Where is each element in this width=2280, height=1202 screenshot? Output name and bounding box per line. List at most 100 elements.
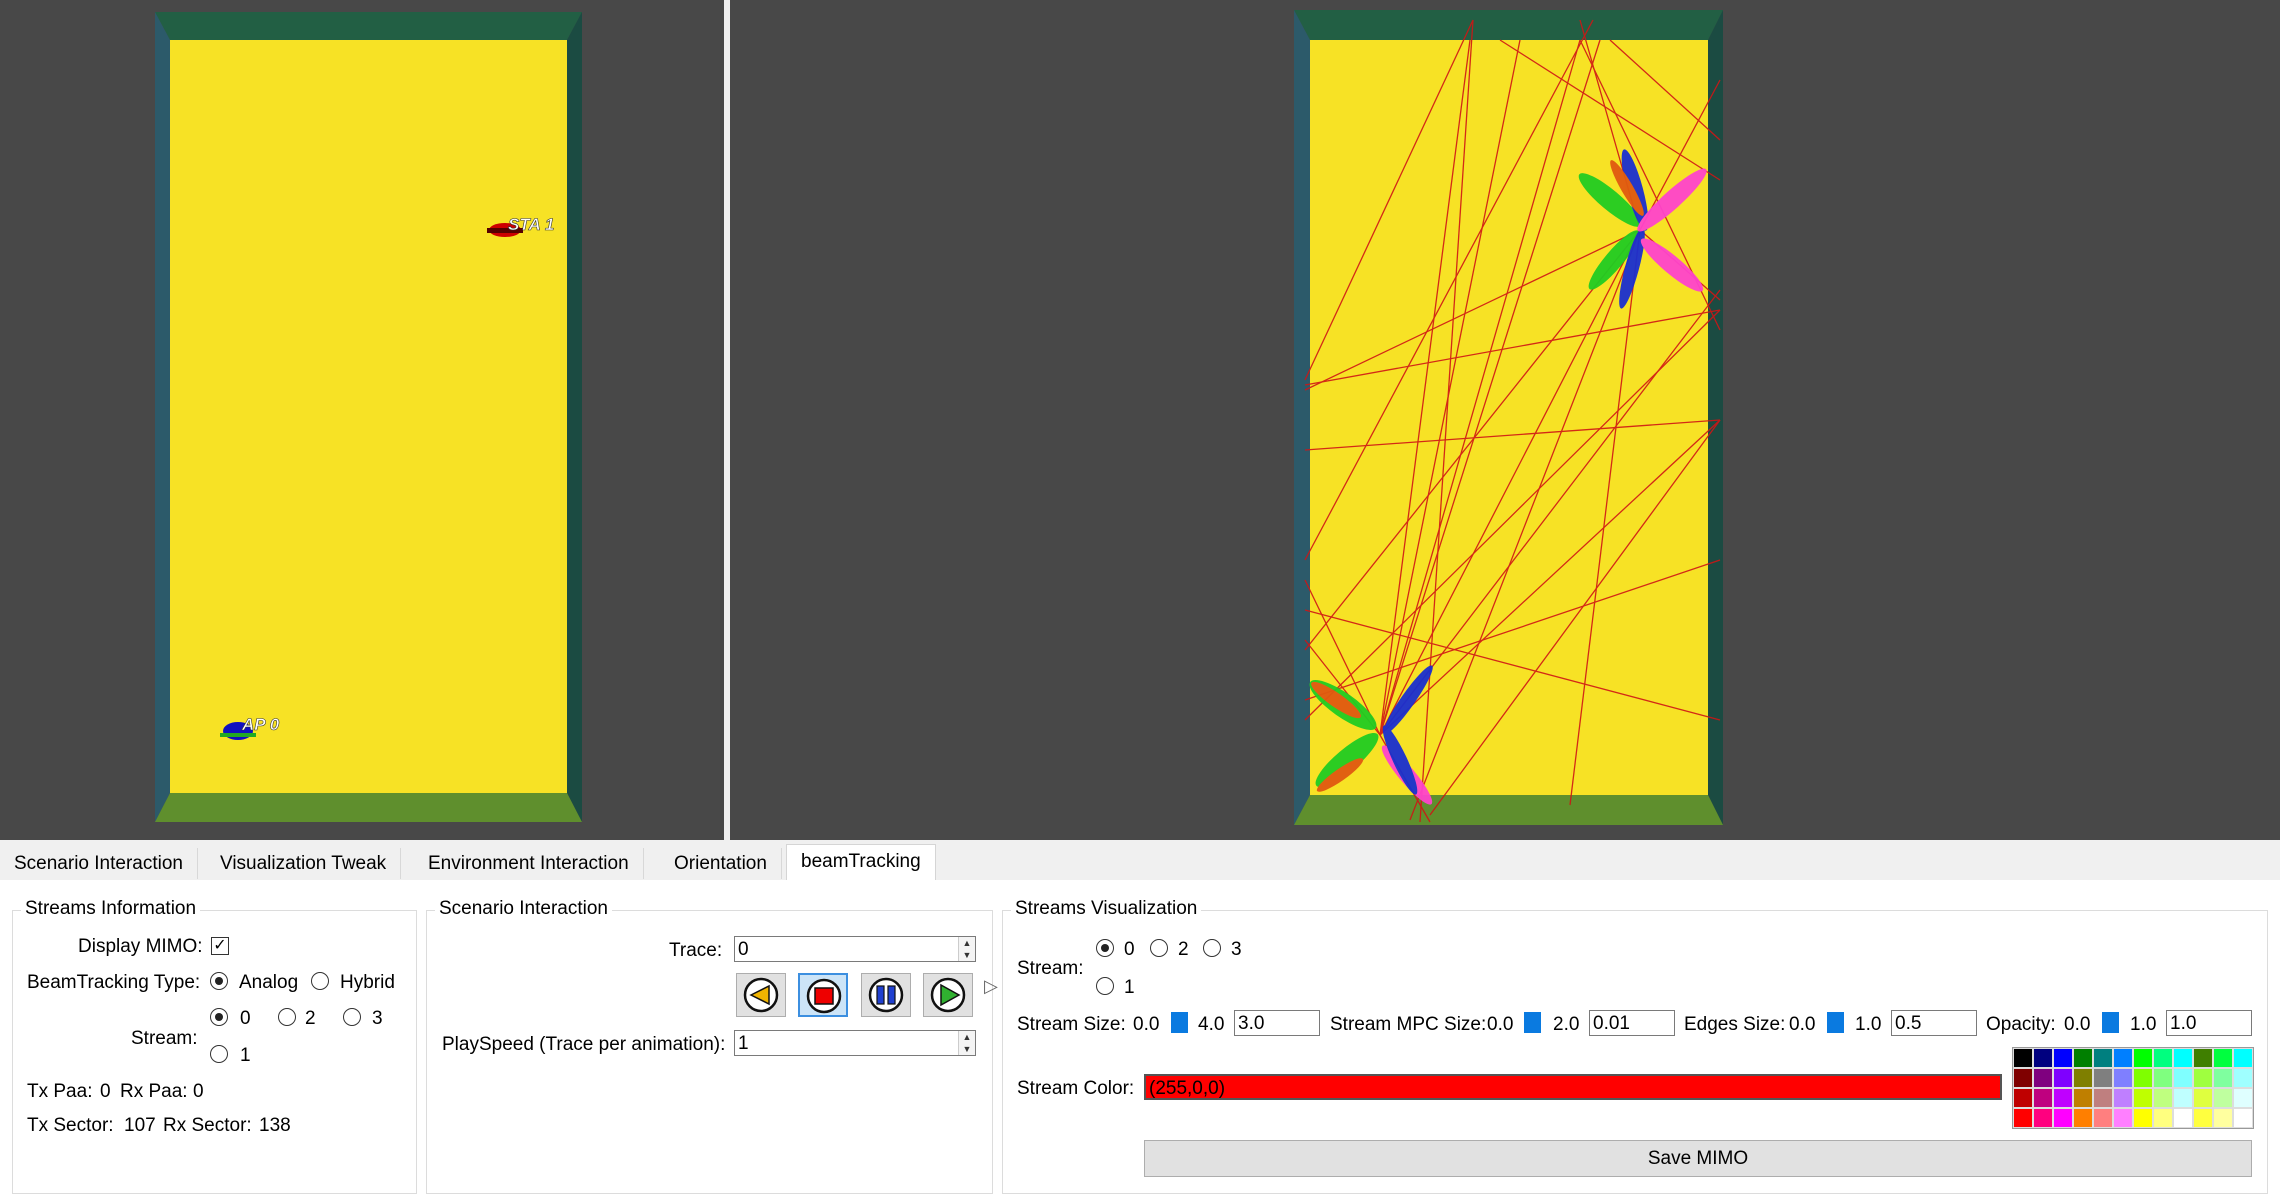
viz-stream-label: Stream: (1017, 958, 1084, 979)
stream-color-field[interactable]: (255,0,0) (1144, 1074, 2002, 1100)
viz-stream-3-radio[interactable] (1203, 939, 1221, 957)
opacity-slider[interactable] (2102, 1012, 2119, 1033)
type-analog-radio[interactable] (210, 972, 228, 990)
stream-size-value: 3.0 (1238, 1013, 1265, 1034)
info-stream-3-label: 3 (372, 1008, 383, 1029)
playspeed-value: 1 (738, 1033, 749, 1054)
tab-beamtracking[interactable]: beamTracking (786, 844, 936, 881)
tab-visualization-tweak[interactable]: Visualization Tweak (206, 848, 402, 879)
stop-icon (806, 978, 842, 1014)
tx-paa-label: Tx Paa: (27, 1081, 93, 1102)
right-room-svg (1294, 10, 1723, 825)
wall-top (1294, 10, 1723, 40)
playspeed-label: PlaySpeed (Trace per animation): (442, 1034, 726, 1055)
wall-left (155, 12, 170, 822)
tx-paa-value: 0 (100, 1081, 111, 1102)
info-stream-2-label: 2 (305, 1008, 316, 1029)
left-room-svg: STA 1 AP 0 (155, 12, 582, 822)
scenario-interaction-title: Scenario Interaction (435, 898, 612, 920)
display-mimo-checkbox[interactable]: ✓ (211, 937, 229, 955)
stream-size-label: Stream Size: (1017, 1014, 1126, 1035)
streams-information-title: Streams Information (21, 898, 201, 920)
ap-label: AP 0 (241, 715, 280, 734)
stream-size-max: 4.0 (1198, 1014, 1225, 1035)
info-stream-1-label: 1 (240, 1045, 251, 1066)
stream-color-label: Stream Color: (1017, 1078, 1135, 1099)
tab-orientation[interactable]: Orientation (660, 848, 782, 879)
info-stream-0-label: 0 (240, 1008, 251, 1029)
viz-stream-0-radio[interactable] (1096, 939, 1114, 957)
type-hybrid-radio[interactable] (311, 972, 329, 990)
opacity-min: 0.0 (2064, 1014, 2091, 1035)
opacity-value: 1.0 (2170, 1013, 2197, 1034)
viz-stream-0-label: 0 (1124, 939, 1135, 960)
mpc-size-slider[interactable] (1524, 1012, 1541, 1033)
backward-icon (743, 977, 779, 1013)
edges-size-input[interactable]: 0.5 (1891, 1010, 1977, 1036)
left-3d-view[interactable]: STA 1 AP 0 (0, 0, 724, 840)
save-mimo-label: Save MIMO (1647, 1148, 1749, 1169)
info-stream-0-radio[interactable] (210, 1008, 228, 1026)
rx-paa-label: Rx Paa: (120, 1081, 188, 1102)
viz-stream-2-radio[interactable] (1150, 939, 1168, 957)
info-stream-1-radio[interactable] (210, 1045, 228, 1063)
stream-size-slider[interactable] (1171, 1012, 1188, 1033)
right-3d-view[interactable] (730, 0, 2280, 840)
edges-size-max: 1.0 (1855, 1014, 1882, 1035)
opacity-label: Opacity: (1986, 1014, 2056, 1035)
play-button[interactable] (923, 973, 973, 1017)
mpc-size-max: 2.0 (1553, 1014, 1580, 1035)
stream-color-value: (255,0,0) (1149, 1078, 1226, 1099)
mpc-size-input[interactable]: 0.01 (1589, 1010, 1675, 1036)
type-hybrid-label: Hybrid (340, 972, 395, 993)
edges-size-slider[interactable] (1827, 1012, 1844, 1033)
opacity-max: 1.0 (2130, 1014, 2157, 1035)
wall-top (155, 12, 582, 40)
save-mimo-button[interactable]: Save MIMO (1144, 1140, 2252, 1177)
stream-label: Stream: (131, 1028, 198, 1049)
edges-size-label: Edges Size: (1684, 1014, 1786, 1035)
sta-label: STA 1 (508, 215, 554, 234)
trace-spin-arrows[interactable]: ▲ ▼ (958, 937, 975, 961)
tab-scenario-interaction[interactable]: Scenario Interaction (0, 848, 198, 879)
streams-visualization-title: Streams Visualization (1011, 898, 1202, 920)
stream-size-min: 0.0 (1133, 1014, 1160, 1035)
wall-left (1294, 10, 1310, 825)
viz-stream-1-radio[interactable] (1096, 977, 1114, 995)
display-mimo-label: Display MIMO: (78, 936, 203, 957)
tx-sector-value: 107 (124, 1115, 156, 1136)
rx-sector-label: Rx Sector: (163, 1115, 252, 1136)
play-icon (930, 977, 966, 1013)
pause-button[interactable] (861, 973, 911, 1017)
type-analog-label: Analog (239, 972, 299, 993)
trace-value: 0 (738, 939, 749, 960)
wall-right (1708, 10, 1723, 825)
opacity-input[interactable]: 1.0 (2166, 1010, 2252, 1036)
wall-right (567, 12, 582, 822)
rx-paa-value: 0 (193, 1081, 204, 1102)
trace-spinbox[interactable]: 0 ▲ ▼ (734, 936, 976, 962)
mpc-size-min: 0.0 (1487, 1014, 1514, 1035)
edges-size-value: 0.5 (1895, 1013, 1922, 1034)
rx-sector-value: 138 (259, 1115, 291, 1136)
room-floor (1310, 40, 1708, 795)
wall-bottom (155, 793, 582, 822)
pause-icon (868, 977, 904, 1013)
backward-button[interactable] (736, 973, 786, 1017)
stream-size-input[interactable]: 3.0 (1234, 1010, 1320, 1036)
info-stream-2-radio[interactable] (278, 1008, 296, 1026)
playspeed-spin-arrows[interactable]: ▲ ▼ (958, 1031, 975, 1055)
trace-label: Trace: (669, 940, 723, 961)
beamtracking-type-label: BeamTracking Type: (27, 972, 201, 993)
tab-environment-interaction[interactable]: Environment Interaction (414, 848, 644, 879)
stop-button[interactable] (798, 973, 848, 1017)
viz-stream-1-label: 1 (1124, 977, 1135, 998)
playspeed-spinbox[interactable]: 1 ▲ ▼ (734, 1030, 976, 1056)
color-palette[interactable] (2012, 1047, 2254, 1129)
tx-sector-label: Tx Sector: (27, 1115, 114, 1136)
mpc-size-value: 0.01 (1593, 1013, 1630, 1034)
tab-bar: Scenario Interaction Visualization Tweak… (0, 844, 2280, 881)
mouse-cursor-icon: ▷ (984, 976, 998, 996)
info-stream-3-radio[interactable] (343, 1008, 361, 1026)
viz-stream-2-label: 2 (1178, 939, 1189, 960)
